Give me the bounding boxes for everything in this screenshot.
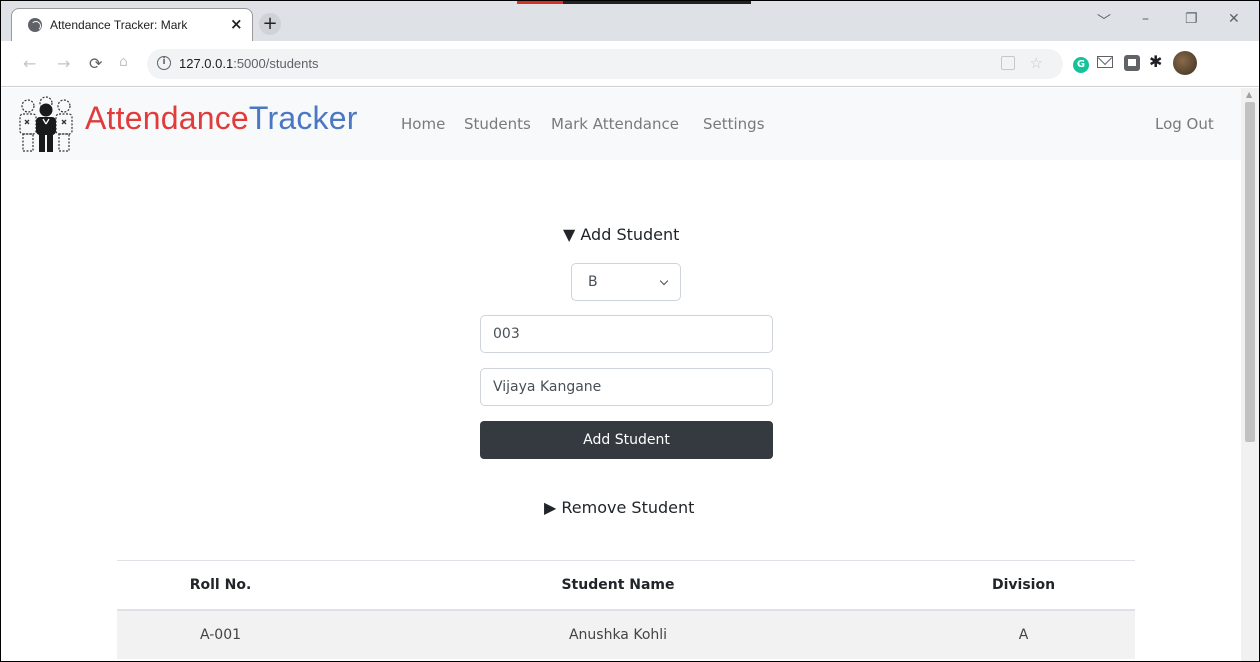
table-header-row: Roll No. Student Name Division: [117, 560, 1135, 611]
page-scrollbar[interactable]: ▲: [1241, 88, 1259, 661]
address-bar[interactable]: i 127.0.0.1:5000/students ☆: [147, 49, 1063, 79]
tab-title: Attendance Tracker: Mark: [50, 18, 188, 32]
close-tab-icon[interactable]: ×: [230, 15, 243, 33]
people-logo-icon: [19, 96, 73, 152]
home-icon[interactable]: ⌂: [119, 54, 128, 70]
globe-icon: [28, 18, 42, 32]
nav-link-settings[interactable]: Settings: [703, 115, 765, 133]
page-viewport: AttendanceTracker Home Students Mark Att…: [1, 88, 1241, 661]
add-student-toggle[interactable]: ▼ Add Student: [563, 225, 679, 244]
logout-link[interactable]: Log Out: [1155, 115, 1214, 133]
column-header-roll-no: Roll No.: [117, 560, 324, 611]
bookmark-star-icon[interactable]: ☆: [1030, 54, 1043, 72]
remove-student-toggle[interactable]: ▶ Remove Student: [544, 498, 694, 517]
forward-icon[interactable]: →: [57, 54, 70, 73]
scroll-up-arrow-icon[interactable]: ▲: [1246, 90, 1252, 99]
grammarly-extension-icon[interactable]: G: [1073, 57, 1089, 73]
division-select-value: B: [588, 274, 598, 290]
scrollbar-thumb[interactable]: [1245, 102, 1255, 442]
brand-title[interactable]: AttendanceTracker: [85, 100, 358, 137]
table-row: A-001 Anushka Kohli A: [117, 609, 1135, 659]
back-icon[interactable]: ←: [23, 54, 36, 73]
mail-extension-icon[interactable]: [1097, 56, 1113, 68]
profile-avatar[interactable]: [1173, 51, 1197, 75]
cell-student-name: Anushka Kohli: [324, 609, 912, 659]
new-tab-button[interactable]: +: [259, 13, 281, 35]
student-name-input[interactable]: Vijaya Kangane: [480, 368, 773, 406]
roll-number-input[interactable]: 003: [480, 315, 773, 353]
browser-tab[interactable]: Attendance Tracker: Mark ×: [11, 8, 253, 41]
cell-division: A: [912, 609, 1135, 659]
chevron-down-icon: [659, 276, 669, 286]
site-navbar: AttendanceTracker Home Students Mark Att…: [1, 88, 1241, 160]
browser-toolbar: ← → ⟳ ⌂ i 127.0.0.1:5000/students ☆ G ✱: [1, 41, 1259, 87]
browser-window: Attendance Tracker: Mark × + ﹀ – ❐ ✕ ← →…: [0, 0, 1260, 662]
add-student-button[interactable]: Add Student: [480, 421, 773, 459]
install-app-icon[interactable]: [1001, 56, 1015, 70]
tab-search-icon[interactable]: ﹀: [1097, 11, 1111, 31]
window-accent-bar: [517, 1, 751, 4]
site-info-icon[interactable]: i: [157, 56, 171, 70]
extensions-puzzle-icon[interactable]: ✱: [1149, 52, 1169, 72]
square-extension-icon[interactable]: [1124, 55, 1140, 71]
column-header-student-name: Student Name: [324, 560, 912, 611]
tab-strip: Attendance Tracker: Mark × + ﹀ – ❐ ✕: [1, 1, 1259, 41]
nav-link-mark-attendance[interactable]: Mark Attendance: [551, 115, 679, 133]
column-header-division: Division: [912, 560, 1135, 611]
division-select[interactable]: B: [571, 263, 681, 301]
students-table: Roll No. Student Name Division A-001 Anu…: [117, 560, 1135, 659]
cell-roll-no: A-001: [117, 609, 324, 659]
minimize-icon[interactable]: –: [1142, 11, 1149, 27]
nav-link-students[interactable]: Students: [464, 115, 531, 133]
reload-icon[interactable]: ⟳: [89, 54, 102, 73]
address-url: 127.0.0.1:5000/students: [179, 56, 319, 71]
close-window-icon[interactable]: ✕: [1228, 11, 1240, 27]
nav-link-home[interactable]: Home: [401, 115, 445, 133]
restore-icon[interactable]: ❐: [1185, 11, 1198, 27]
